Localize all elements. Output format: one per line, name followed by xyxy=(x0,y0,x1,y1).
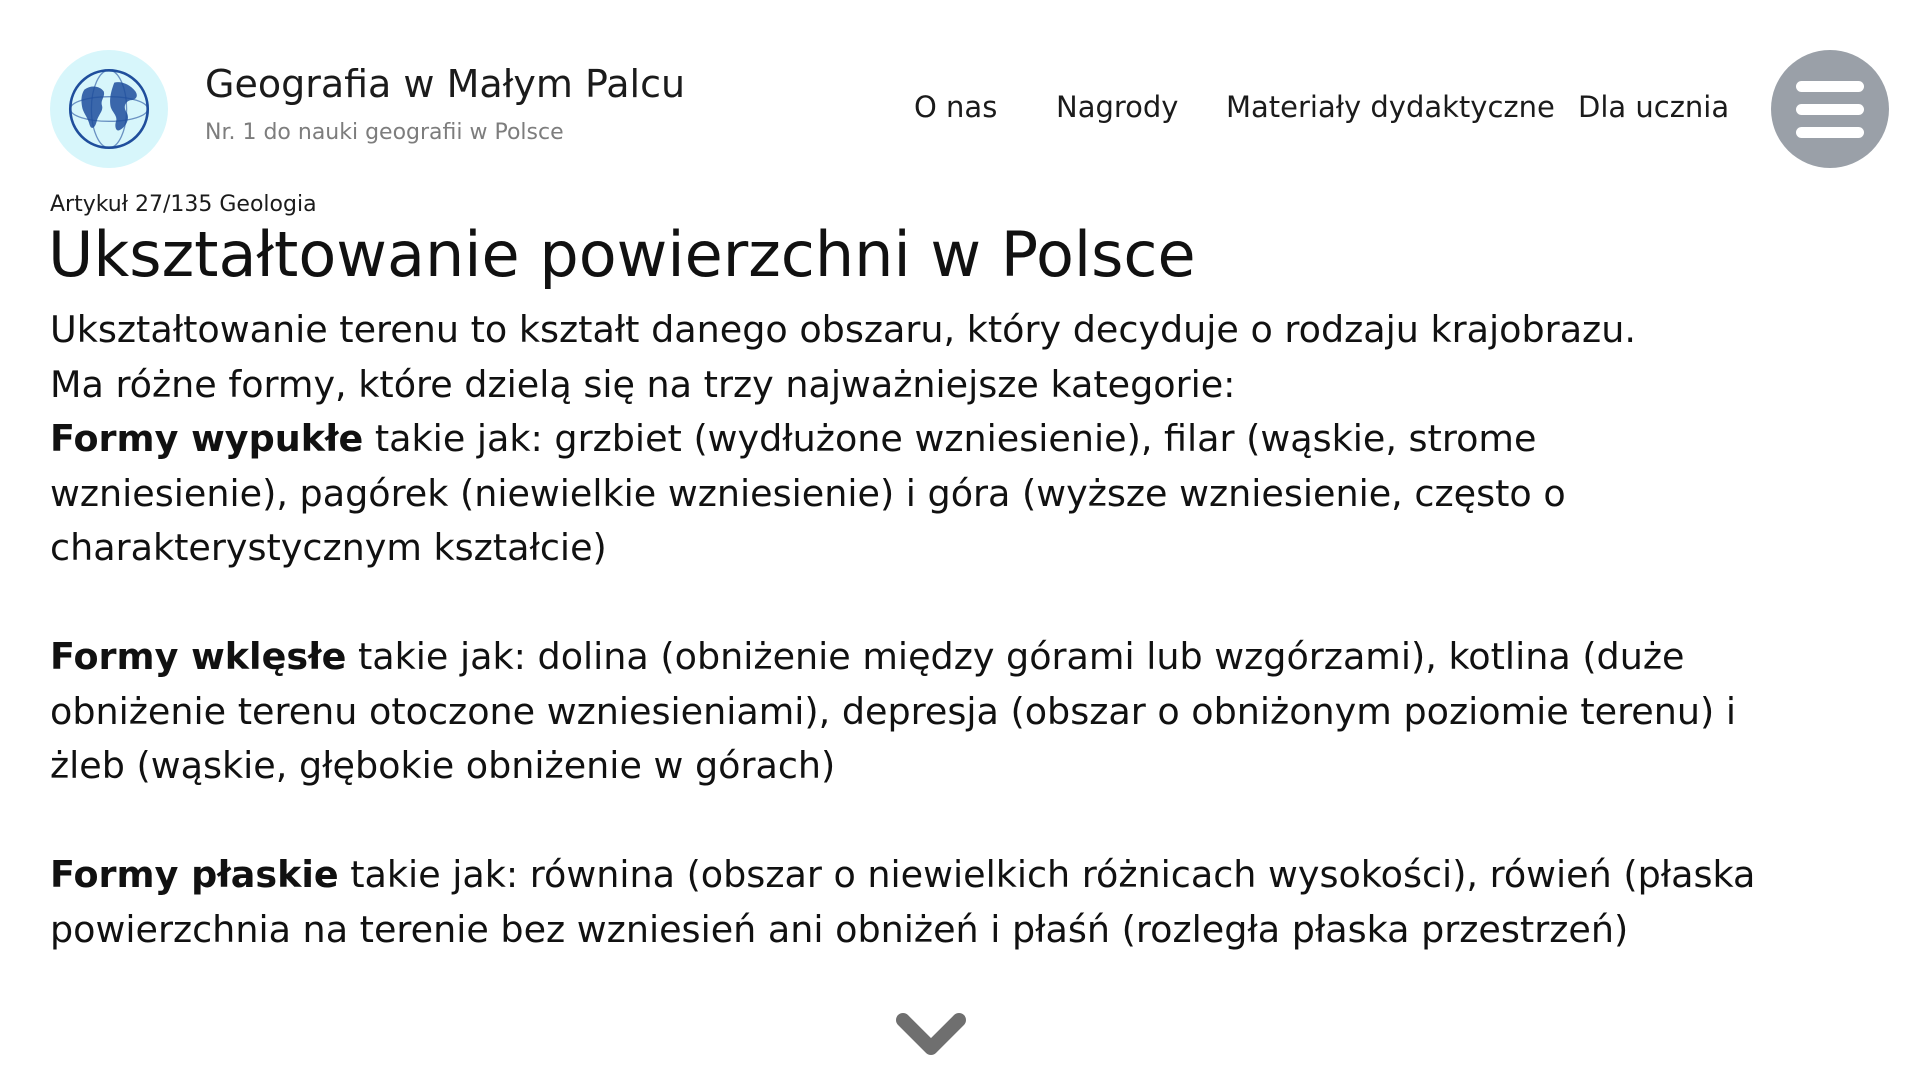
page-title: Ukształtowanie powierzchni w Polsce xyxy=(48,218,1196,291)
nav-item-nagrody[interactable]: Nagrody xyxy=(1056,90,1178,124)
intro-paragraph: Ma różne formy, które dzielą się na trzy… xyxy=(50,362,1236,406)
nav-item-materialy-dydaktyczne[interactable]: Materiały dydaktyczne xyxy=(1226,90,1555,124)
section-label: Formy płaskie xyxy=(50,853,339,896)
page: Geografia w Małym Palcu Nr. 1 do nauki g… xyxy=(0,0,1919,1080)
section-label: Formy wypukłe xyxy=(50,417,364,460)
nav-item-o-nas[interactable]: O nas xyxy=(914,90,997,124)
main-nav: O nas Nagrody Materiały dydaktyczne Dla … xyxy=(0,90,1919,130)
section-flat-forms: Formy płaskie takie jak: równina (obszar… xyxy=(50,848,1770,957)
intro-paragraph: Ukształtowanie terenu to kształt danego … xyxy=(50,308,1636,351)
section-label: Formy wklęsłe xyxy=(50,635,347,678)
chevron-down-icon xyxy=(896,1013,966,1055)
section-convex-forms: Formy wypukłe takie jak: grzbiet (wydłuż… xyxy=(50,412,1770,576)
hamburger-menu-icon xyxy=(1796,75,1864,144)
section-concave-forms: Formy wklęsłe takie jak: dolina (obniżen… xyxy=(50,630,1770,794)
article-body: Ukształtowanie terenu to kształt danego … xyxy=(50,303,1770,957)
breadcrumb: Artykuł 27/135 Geologia xyxy=(50,192,317,217)
nav-item-dla-ucznia[interactable]: Dla ucznia xyxy=(1578,90,1729,124)
menu-button[interactable] xyxy=(1771,50,1889,168)
scroll-down-button[interactable] xyxy=(895,1010,967,1060)
